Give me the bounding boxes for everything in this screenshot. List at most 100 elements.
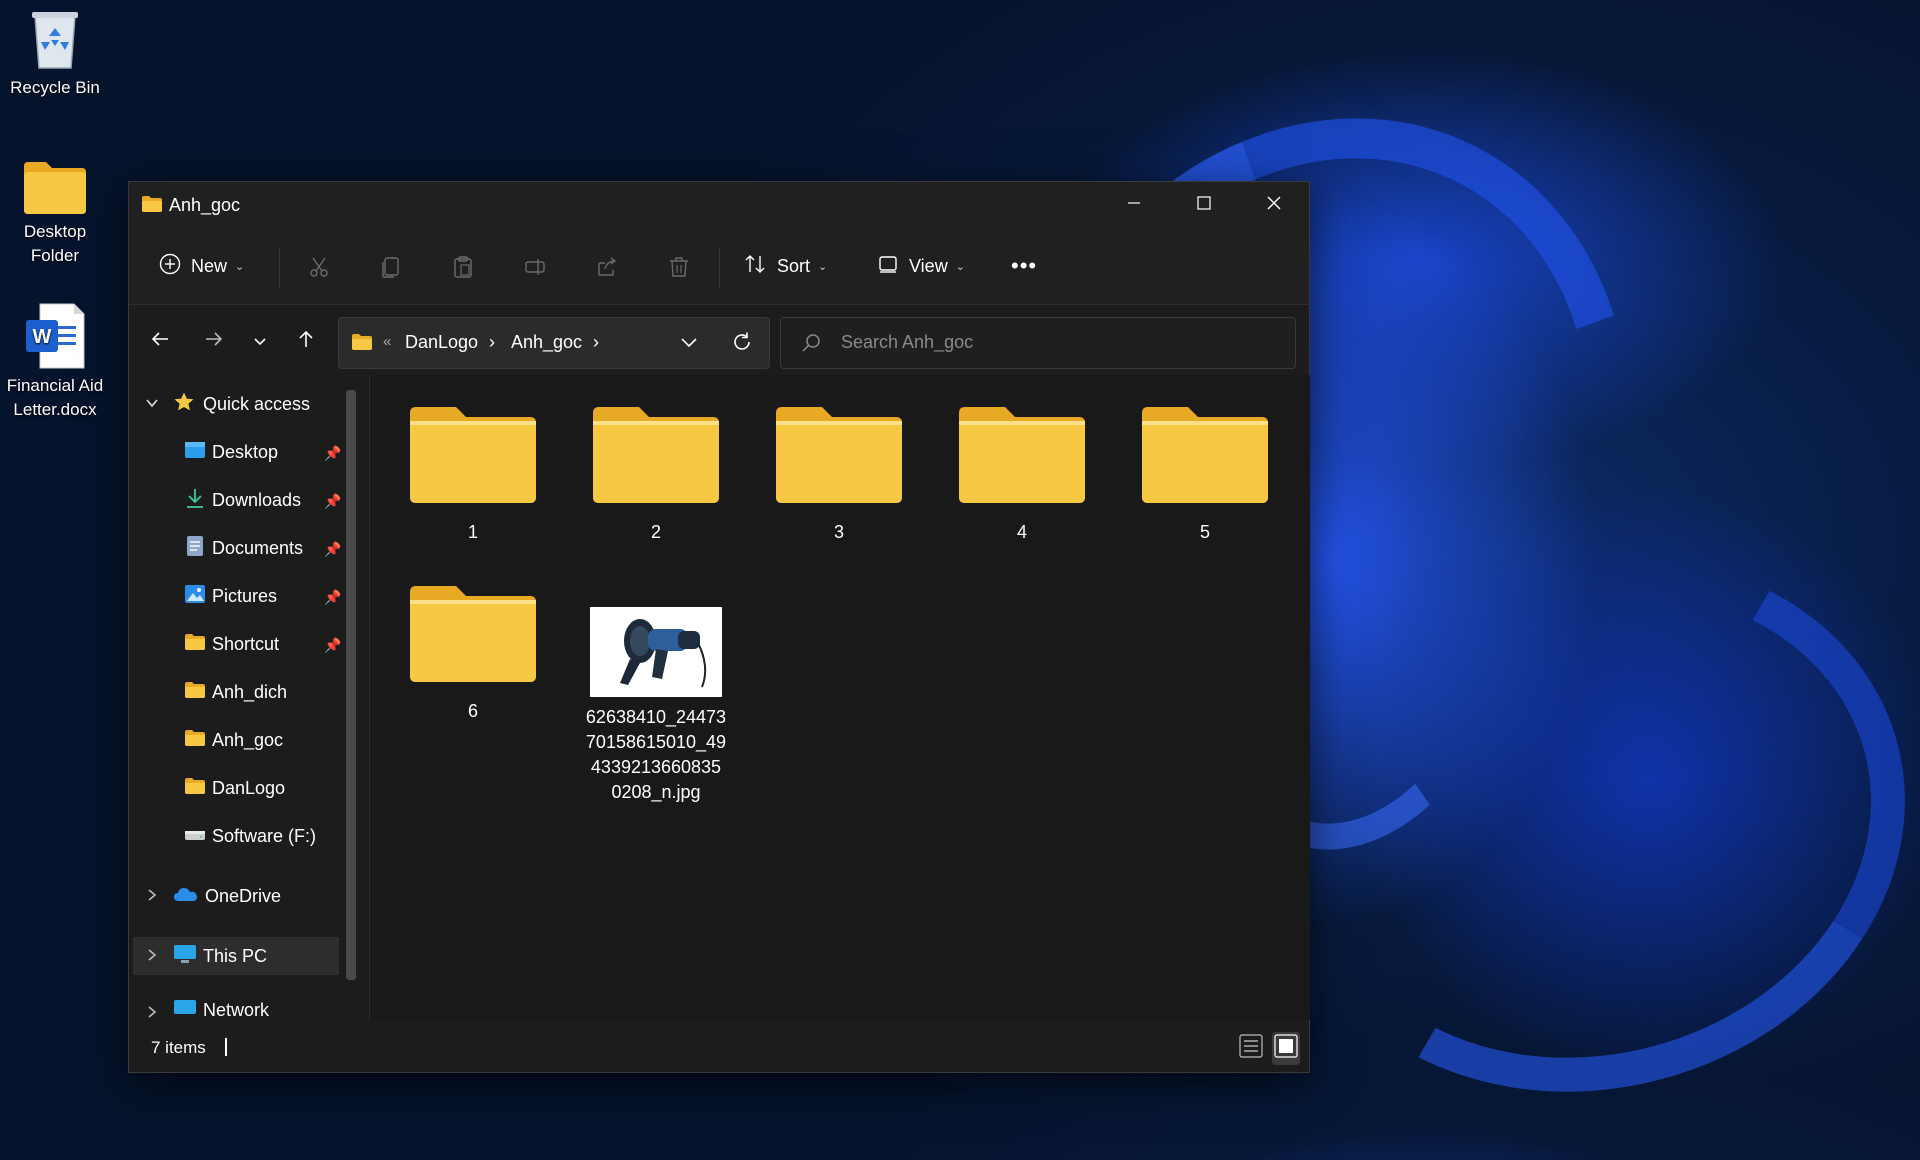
title-bar[interactable]: Anh_goc	[129, 182, 1309, 228]
maximize-icon	[1196, 194, 1212, 217]
chevron-right-icon[interactable]	[145, 946, 159, 967]
chevron-right-icon[interactable]	[145, 886, 159, 907]
folder-icon	[141, 195, 163, 218]
more-options-button[interactable]: •••	[1011, 248, 1037, 284]
recent-locations-button[interactable]	[243, 325, 277, 359]
desktop-icon-recycle-bin[interactable]: Recycle Bin	[0, 6, 110, 100]
cut-icon[interactable]	[306, 254, 332, 280]
sidebar-item-anh-goc[interactable]: Anh_goc	[184, 721, 344, 759]
folder-item[interactable]: 5	[1130, 405, 1280, 545]
copy-icon[interactable]	[378, 254, 404, 280]
folder-item[interactable]: 1	[398, 405, 548, 545]
sidebar-item-anh-dich[interactable]: Anh_dich	[184, 673, 344, 711]
new-label: New	[191, 255, 228, 276]
folder-icon	[22, 160, 88, 216]
forward-button[interactable]	[197, 325, 231, 359]
sidebar-item-label: Shortcut	[212, 633, 280, 654]
sidebar-item-label: Documents	[212, 537, 304, 558]
star-icon	[173, 391, 195, 418]
navigation-pane: Quick access Desktop 📌 Downloads 📌 Docum…	[129, 375, 369, 1020]
item-name: 2	[650, 522, 661, 542]
address-bar[interactable]: « DanLogo › Anh_goc ›	[338, 317, 770, 369]
sidebar-item-this-pc[interactable]: This PC	[133, 937, 339, 975]
folder-icon	[774, 407, 904, 509]
image-file-item[interactable]: 62638410_24473 70158615010_49 4339213660…	[581, 607, 731, 805]
pin-icon: 📌	[324, 589, 342, 605]
file-view: 1 2 3 4 5 6 62638410_24473 70158615010_4…	[369, 375, 1310, 1020]
sidebar-item-label: OneDrive	[205, 885, 282, 906]
sidebar-item-label: Software (F:)	[212, 825, 317, 846]
search-box[interactable]: Search Anh_goc	[780, 317, 1296, 369]
word-document-icon: W	[24, 302, 86, 370]
folder-icon	[184, 777, 206, 800]
new-button[interactable]: New ⌄	[159, 248, 244, 284]
address-history-button[interactable]	[679, 332, 699, 357]
breadcrumb-item[interactable]: DanLogo	[405, 332, 478, 353]
sidebar-item-network[interactable]: Network	[139, 997, 349, 1020]
folder-icon	[184, 633, 206, 656]
chevron-right-icon[interactable]	[145, 1003, 159, 1020]
folder-item[interactable]: 2	[581, 405, 731, 545]
sidebar-item-pictures[interactable]: Pictures 📌	[184, 577, 344, 615]
breadcrumb-separator[interactable]: ›	[489, 332, 495, 353]
sidebar-item-onedrive[interactable]: OneDrive	[139, 877, 349, 915]
sidebar-item-downloads[interactable]: Downloads 📌	[184, 481, 344, 519]
text-cursor	[225, 1038, 227, 1056]
computer-icon	[173, 944, 197, 969]
folder-item[interactable]: 3	[764, 405, 914, 545]
window-title: Anh_goc	[169, 195, 241, 215]
arrow-up-icon	[296, 329, 316, 355]
sidebar-item-desktop[interactable]: Desktop 📌	[184, 433, 344, 471]
desktop-icon	[184, 441, 206, 464]
breadcrumb-separator[interactable]: ›	[593, 332, 599, 353]
maximize-button[interactable]	[1169, 182, 1239, 228]
sidebar-item-documents[interactable]: Documents 📌	[184, 529, 344, 567]
download-icon	[184, 487, 206, 514]
pictures-icon	[184, 584, 206, 609]
folder-icon	[957, 407, 1087, 509]
minimize-button[interactable]	[1099, 182, 1169, 228]
rename-icon[interactable]	[522, 254, 548, 280]
share-icon[interactable]	[594, 254, 620, 280]
large-icons-view-icon[interactable]	[1272, 1032, 1300, 1065]
desktop-icon-label: Desktop	[23, 222, 87, 241]
view-button[interactable]: View ⌄	[877, 248, 965, 284]
search-input[interactable]: Search Anh_goc	[841, 332, 973, 353]
pin-icon: 📌	[324, 445, 342, 461]
item-name: 1	[467, 522, 478, 542]
delete-icon[interactable]	[666, 254, 692, 280]
image-thumbnail	[590, 607, 722, 697]
up-button[interactable]	[289, 325, 323, 359]
sidebar-item-quick-access[interactable]: Quick access	[139, 385, 349, 423]
sidebar-scrollbar[interactable]	[346, 390, 356, 980]
sidebar-item-shortcut[interactable]: Shortcut 📌	[184, 625, 344, 663]
chevron-down-icon: ⌄	[818, 260, 828, 273]
folder-item[interactable]: 6	[398, 584, 548, 724]
sidebar-item-label: DanLogo	[212, 777, 286, 798]
arrow-left-icon	[150, 329, 170, 355]
refresh-icon[interactable]	[731, 331, 753, 358]
folder-item[interactable]: 4	[947, 405, 1097, 545]
sidebar-item-label: Anh_goc	[212, 729, 284, 750]
sidebar-item-label: Pictures	[212, 585, 278, 606]
details-view-icon[interactable]	[1239, 1034, 1263, 1063]
desktop-icon-desktop-folder[interactable]: Desktop Folder	[0, 160, 110, 268]
sidebar-item-software-drive[interactable]: Software (F:)	[184, 817, 344, 855]
arrow-right-icon	[204, 329, 224, 355]
back-button[interactable]	[143, 325, 177, 359]
item-name: 5	[1199, 522, 1210, 542]
svg-text:W: W	[33, 326, 52, 348]
item-name: 3	[833, 522, 844, 542]
item-count: 7 items	[151, 1038, 206, 1057]
breadcrumb-item[interactable]: Anh_goc	[511, 332, 582, 353]
sort-button[interactable]: Sort ⌄	[743, 248, 827, 284]
breadcrumb-overflow[interactable]: «	[383, 333, 391, 350]
close-button[interactable]	[1239, 182, 1309, 228]
desktop-icon-financial-aid[interactable]: W Financial Aid Letter.docx	[0, 302, 110, 422]
chevron-down-icon[interactable]	[145, 394, 159, 415]
sidebar-item-danlogo[interactable]: DanLogo	[184, 769, 344, 807]
desktop-icon-label: Folder	[30, 246, 80, 265]
file-explorer-window: Anh_goc New ⌄ Sort ⌄ View ⌄ ••• « DanLog…	[128, 181, 1310, 1073]
paste-icon[interactable]	[450, 254, 476, 280]
pin-icon: 📌	[324, 493, 342, 509]
